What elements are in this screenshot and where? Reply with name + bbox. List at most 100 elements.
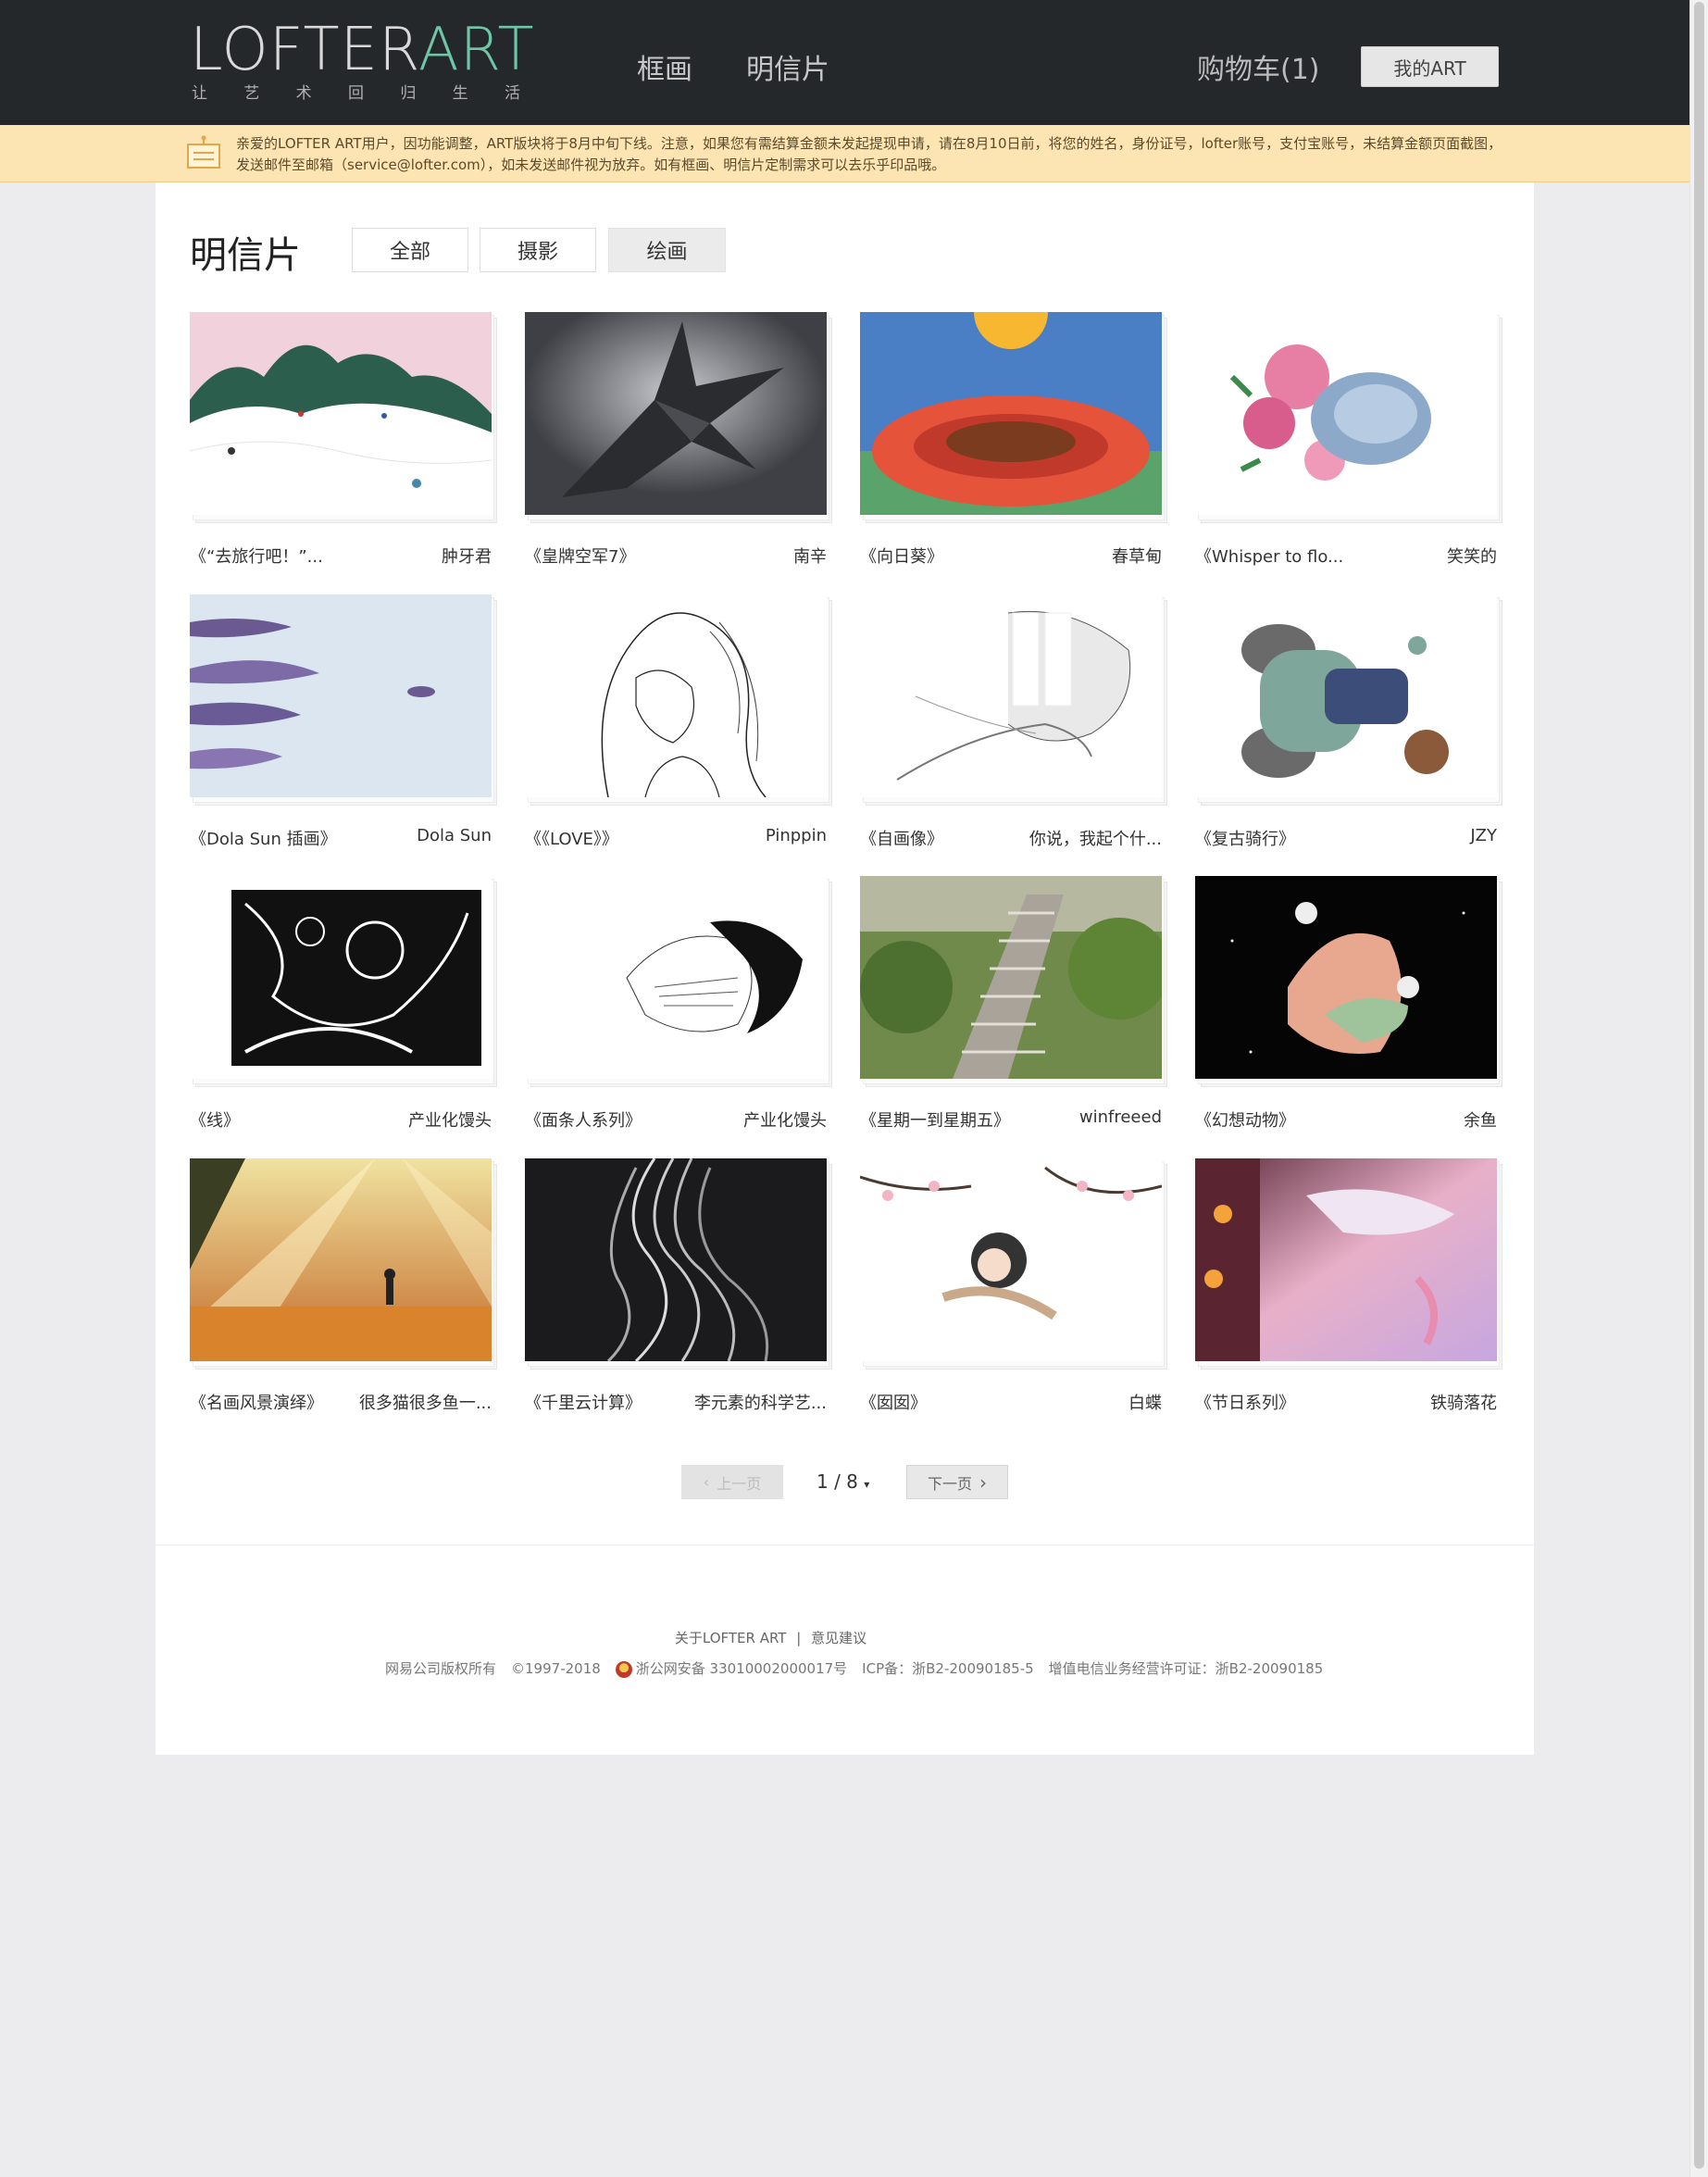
card-title[interactable]: 《囡囡》	[860, 1390, 927, 1414]
filter-tab-photography[interactable]: 摄影	[480, 228, 596, 272]
card-title[interactable]: 《皇牌空军7》	[525, 544, 635, 568]
next-page-label: 下一页	[927, 1474, 972, 1493]
card-author[interactable]: 产业化馒头	[743, 1107, 827, 1132]
postcard-card[interactable]: 《自画像》 你说，我起个什...	[860, 594, 1167, 872]
postcard-card[interactable]: 《名画风景演绎》 很多猫很多鱼一...	[190, 1158, 497, 1436]
postcard-card[interactable]: 《千里云计算》 李元素的科学艺...	[525, 1158, 832, 1436]
page-indicator[interactable]: 1 / 8 ▾	[817, 1470, 869, 1493]
footer-telecom-license[interactable]: 增值电信业务经营许可证：浙B2-20090185	[1049, 1658, 1324, 1678]
filter-tab-all[interactable]: 全部	[352, 228, 468, 272]
card-author[interactable]: 肿牙君	[442, 544, 492, 568]
footer-years: ©1997-2018	[511, 1659, 601, 1677]
chevron-left-icon: ‹	[703, 1473, 710, 1491]
postcard-card[interactable]: 《Dola Sun 插画》 Dola Sun	[190, 594, 497, 872]
footer-police-record[interactable]: 浙公网安备 33010002000017号	[615, 1658, 848, 1678]
blossom-girl-painting-icon[interactable]	[860, 1158, 1162, 1361]
festival-painting-icon[interactable]	[1195, 1158, 1497, 1361]
postcard-card[interactable]: 《复古骑行》 JZY	[1195, 594, 1502, 872]
cart-link[interactable]: 购物车(1)	[1197, 46, 1320, 87]
prev-page-button[interactable]: ‹ 上一页	[681, 1465, 783, 1499]
caret-down-icon: ▾	[864, 1478, 870, 1491]
lofter-art-logo[interactable]: LOFTERART 让艺术回归生活	[190, 20, 534, 104]
card-title[interactable]: 《Dola Sun 插画》	[190, 826, 337, 850]
sunbeam-field-painting-icon[interactable]	[190, 1158, 492, 1361]
next-page-button[interactable]: 下一页 ›	[906, 1465, 1008, 1499]
card-author[interactable]: 李元素的科学艺...	[694, 1390, 827, 1414]
sunflower-painting-icon[interactable]	[860, 312, 1162, 515]
card-author[interactable]: 你说，我起个什...	[1029, 826, 1162, 850]
card-title[interactable]: 《自画像》	[860, 826, 943, 850]
nav-item-framed-art[interactable]: 框画	[637, 46, 692, 87]
notice-icon	[187, 135, 220, 169]
card-title[interactable]: 《星期一到星期五》	[860, 1107, 1010, 1132]
card-author[interactable]: JZY	[1470, 826, 1497, 845]
ski-painting-icon[interactable]	[190, 312, 492, 515]
logo-slogan: 让艺术回归生活	[192, 84, 520, 103]
card-author[interactable]: Dola Sun	[417, 826, 492, 845]
card-author[interactable]: winfreeed	[1079, 1107, 1162, 1127]
card-title[interactable]: 《复古骑行》	[1195, 826, 1295, 850]
stairs-garden-painting-icon[interactable]	[860, 876, 1162, 1079]
line-art-painting-icon[interactable]	[190, 876, 492, 1079]
footer-icp[interactable]: ICP备：浙B2-20090185-5	[862, 1658, 1034, 1678]
postcard-card[interactable]: 《囡囡》 白蝶	[860, 1158, 1167, 1436]
card-author[interactable]: 铁骑落花	[1430, 1390, 1497, 1414]
card-title[interactable]: 《幻想动物》	[1195, 1107, 1295, 1132]
card-title[interactable]: 《向日葵》	[860, 544, 943, 568]
card-author[interactable]: 很多猫很多鱼一...	[359, 1390, 492, 1414]
logo-text: LOFTERART	[190, 16, 535, 84]
card-title[interactable]: 《《LOVE》》	[525, 826, 618, 850]
postcard-card[interactable]: 《线》 产业化馒头	[190, 876, 497, 1154]
girl-sketch-icon[interactable]	[525, 594, 827, 797]
postcard-card[interactable]: 《皇牌空军7》 南辛	[525, 312, 832, 590]
notice-banner: 亲爱的LOFTER ART用户，因功能调整，ART版块将于8月中旬下线。注意，如…	[0, 125, 1689, 182]
card-title[interactable]: 《Whisper to flo...	[1195, 544, 1343, 568]
postcard-card[interactable]: 《Whisper to flo... 笑笑的	[1195, 312, 1502, 590]
chevron-right-icon: ›	[979, 1470, 987, 1494]
page-scrollbar[interactable]	[1689, 0, 1708, 2177]
scooter-painting-icon[interactable]	[1195, 594, 1497, 797]
flowing-lines-painting-icon[interactable]	[525, 1158, 827, 1361]
top-navigation-bar: LOFTERART 让艺术回归生活 框画 明信片 购物车(1) 我的ART	[0, 0, 1689, 125]
card-author[interactable]: 余鱼	[1464, 1107, 1497, 1132]
card-title[interactable]: 《线》	[190, 1107, 240, 1132]
jet-painting-icon[interactable]	[525, 312, 827, 515]
notice-text: 亲爱的LOFTER ART用户，因功能调整，ART版块将于8月中旬下线。注意，如…	[236, 135, 1502, 173]
dancers-painting-icon[interactable]	[190, 594, 492, 797]
card-author[interactable]: Pinppin	[766, 826, 827, 845]
cat-flower-painting-icon[interactable]	[1195, 312, 1497, 515]
footer-feedback-link[interactable]: 意见建议	[811, 1630, 866, 1646]
postcard-card[interactable]: 《《LOVE》》 Pinppin	[525, 594, 832, 872]
postcard-card[interactable]: 《幻想动物》 余鱼	[1195, 876, 1502, 1154]
postcard-card[interactable]: 《“去旅行吧！”... 肿牙君	[190, 312, 497, 590]
card-title[interactable]: 《面条人系列》	[525, 1107, 642, 1132]
my-art-button[interactable]: 我的ART	[1361, 46, 1499, 87]
card-author[interactable]: 春草甸	[1112, 544, 1162, 568]
card-title[interactable]: 《千里云计算》	[525, 1390, 642, 1414]
self-portrait-sketch-icon[interactable]	[860, 594, 1162, 797]
postcard-card[interactable]: 《面条人系列》 产业化馒头	[525, 876, 832, 1154]
card-title[interactable]: 《名画风景演绎》	[190, 1390, 323, 1414]
card-author[interactable]: 笑笑的	[1447, 544, 1497, 568]
scrollbar-thumb[interactable]	[1694, 2, 1704, 2169]
card-title[interactable]: 《节日系列》	[1195, 1390, 1295, 1414]
card-title[interactable]: 《“去旅行吧！”...	[190, 544, 323, 568]
postcard-card[interactable]: 《向日葵》 春草甸	[860, 312, 1167, 590]
noodle-head-painting-icon[interactable]	[525, 876, 827, 1079]
card-author[interactable]: 产业化馒头	[408, 1107, 492, 1132]
footer-separator: |	[796, 1630, 802, 1646]
postcard-card[interactable]: 《星期一到星期五》 winfreeed	[860, 876, 1167, 1154]
police-badge-icon	[615, 1660, 632, 1678]
page-title: 明信片	[190, 234, 301, 277]
filter-tab-painting[interactable]: 绘画	[608, 228, 726, 272]
postcard-card[interactable]: 《节日系列》 铁骑落花	[1195, 1158, 1502, 1436]
footer-copyright: 网易公司版权所有 ©1997-2018 浙公网安备 33010002000017…	[385, 1658, 1323, 1678]
footer-about-link[interactable]: 关于LOFTER ART	[675, 1630, 787, 1646]
fantasy-animal-painting-icon[interactable]	[1195, 876, 1497, 1079]
footer-links: 关于LOFTER ART | 意见建议	[0, 1628, 1615, 1647]
nav-item-postcards[interactable]: 明信片	[746, 46, 829, 87]
card-author[interactable]: 白蝶	[1128, 1390, 1162, 1414]
footer-copyright-text: 网易公司版权所有	[385, 1660, 497, 1677]
footer-police-text: 浙公网安备 33010002000017号	[635, 1660, 848, 1677]
card-author[interactable]: 南辛	[793, 544, 827, 568]
